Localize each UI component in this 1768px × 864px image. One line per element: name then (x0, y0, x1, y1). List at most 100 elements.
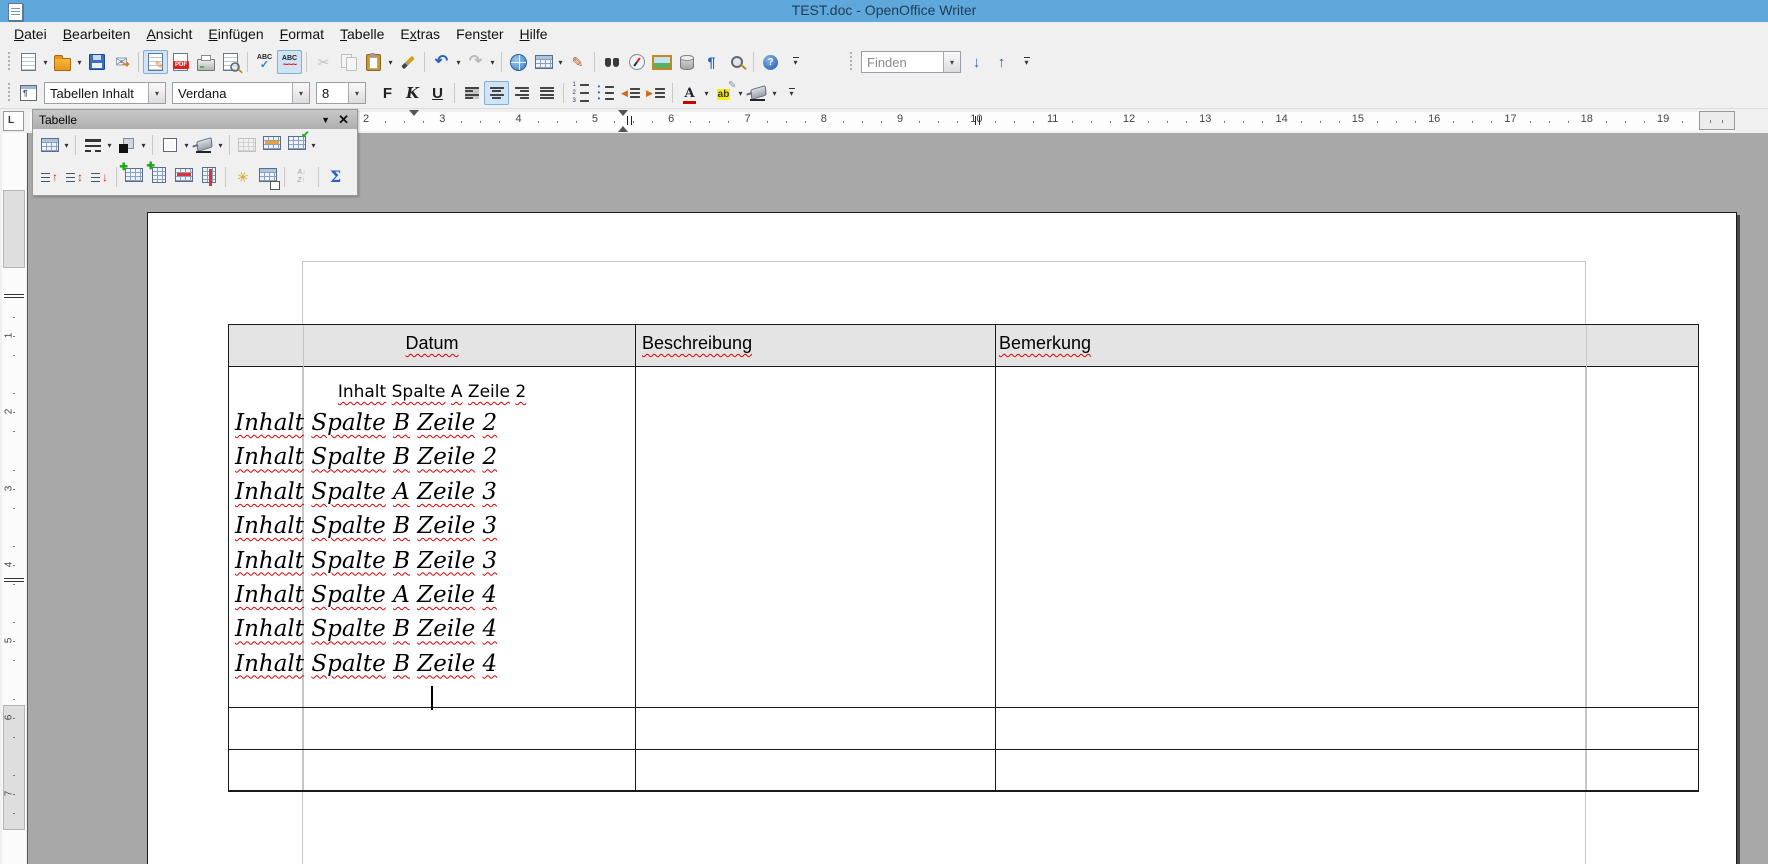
document-page[interactable]: Datum Beschreibung Bemerkung Inhalt Spal… (147, 212, 1737, 864)
save-button[interactable] (84, 50, 109, 74)
page-preview-button[interactable] (218, 50, 243, 74)
paste-dropdown[interactable]: ▾ (386, 50, 395, 74)
redo-dropdown[interactable]: ▾ (488, 50, 497, 74)
find-toolbar-grip[interactable] (848, 52, 855, 72)
border-color-dropdown[interactable]: ▾ (139, 133, 148, 157)
size-dropdown[interactable]: ▾ (348, 83, 365, 103)
edit-mode-button[interactable]: ✎ (143, 50, 168, 74)
styles-and-formatting-button[interactable] (16, 81, 41, 105)
find-next-button[interactable]: ↓ (964, 50, 989, 74)
background-color-button[interactable] (745, 81, 770, 105)
font-name-select[interactable]: Verdana ▾ (172, 82, 310, 104)
open-button[interactable] (50, 50, 75, 74)
optimize-button[interactable]: ✔ (284, 133, 309, 157)
align-right-button[interactable] (509, 81, 534, 105)
numbered-list-button[interactable]: 123 (568, 81, 593, 105)
decrease-indent-button[interactable]: ◀ (618, 81, 643, 105)
center-vertical-button[interactable]: ↕ (62, 165, 87, 189)
toolbar-menu-icon[interactable]: ▼ (315, 115, 336, 125)
sum-button[interactable]: Σ (323, 165, 348, 189)
borders-dropdown[interactable]: ▾ (182, 133, 191, 157)
insert-table-dropdown[interactable]: ▾ (556, 50, 565, 74)
font-color-dropdown[interactable]: ▾ (702, 81, 711, 105)
background-color-button[interactable] (191, 133, 216, 157)
paste-button[interactable] (361, 50, 386, 74)
data-sources-button[interactable] (674, 50, 699, 74)
insert-column-button[interactable]: ✚ (146, 165, 171, 189)
insert-table-dropdown[interactable]: ▾ (62, 133, 71, 157)
bullet-list-button[interactable]: ••• (593, 81, 618, 105)
help-button[interactable]: ? (758, 50, 783, 74)
align-center-button[interactable] (484, 81, 509, 105)
menu-item-fenster[interactable]: Fenster (448, 23, 511, 45)
line-style-dropdown[interactable]: ▾ (105, 133, 114, 157)
close-icon[interactable]: ✕ (336, 112, 351, 128)
menu-item-format[interactable]: Format (272, 23, 332, 45)
menu-item-datei[interactable]: Datei (6, 23, 55, 45)
hyperlink-button[interactable] (506, 50, 531, 74)
gallery-button[interactable] (649, 50, 674, 74)
menu-item-tabelle[interactable]: Tabelle (332, 23, 392, 45)
find-toolbar-overflow-button[interactable]: ▾ (1014, 50, 1039, 74)
zoom-button[interactable] (724, 50, 749, 74)
insert-table-button[interactable] (37, 133, 62, 157)
toolbar-overflow-button[interactable]: ▾ (779, 81, 804, 105)
highlighting-button[interactable]: ab✎ (711, 81, 736, 105)
menu-item-bearbeiten[interactable]: Bearbeiten (55, 23, 139, 45)
undo-dropdown[interactable]: ▾ (454, 50, 463, 74)
paragraph-style-select[interactable]: Tabellen Inhalt ▾ (44, 82, 166, 104)
navigator-button[interactable] (624, 50, 649, 74)
style-dropdown[interactable]: ▾ (148, 83, 165, 103)
new-document-dropdown[interactable]: ▾ (41, 50, 50, 74)
undo-button[interactable]: ↶ (429, 50, 454, 74)
table-toolbar-titlebar[interactable]: Tabelle ▼ ✕ (33, 110, 357, 129)
insert-table-button[interactable] (531, 50, 556, 74)
borders-button[interactable] (157, 133, 182, 157)
email-button[interactable]: ✉➔ (109, 50, 134, 74)
find-replace-button[interactable] (599, 50, 624, 74)
toolbar-grip[interactable] (6, 83, 13, 103)
align-top-button[interactable]: ↑ (37, 165, 62, 189)
increase-indent-button[interactable]: ▶ (643, 81, 668, 105)
line-style-button[interactable] (80, 133, 105, 157)
border-color-button[interactable] (114, 133, 139, 157)
split-cells-button[interactable] (259, 133, 284, 157)
format-paintbrush-button[interactable] (395, 50, 420, 74)
open-dropdown[interactable]: ▾ (75, 50, 84, 74)
delete-row-button[interactable] (171, 165, 196, 189)
autoformat-button[interactable]: ✳ (230, 165, 255, 189)
highlighting-dropdown[interactable]: ▾ (736, 81, 745, 105)
toolbar-grip[interactable] (6, 52, 13, 72)
italic-button[interactable]: K (400, 81, 425, 105)
menu-item-ansicht[interactable]: Ansicht (138, 23, 200, 45)
vertical-ruler[interactable]: 1234567 (2, 133, 26, 864)
column-divider[interactable] (995, 325, 996, 790)
optimize-dropdown[interactable]: ▾ (309, 133, 318, 157)
underline-button[interactable]: U (425, 81, 450, 105)
menu-item-hilfe[interactable]: Hilfe (512, 23, 556, 45)
menu-item-einfügen[interactable]: Einfügen (200, 23, 271, 45)
export-pdf-button[interactable]: PDF (168, 50, 193, 74)
first-line-indent-marker[interactable] (409, 110, 419, 116)
header-cell-datum[interactable]: Datum (229, 333, 635, 354)
font-size-select[interactable]: 8 ▾ (316, 82, 366, 104)
header-cell-bemerkung[interactable]: Bemerkung (999, 333, 1091, 354)
formatting-marks-button[interactable]: ¶ (699, 50, 724, 74)
document-area[interactable]: Datum Beschreibung Bemerkung Inhalt Spal… (28, 133, 1768, 864)
align-left-button[interactable] (459, 81, 484, 105)
header-cell-beschreibung[interactable]: Beschreibung (642, 333, 752, 354)
table-properties-button[interactable] (255, 165, 280, 189)
insert-row-button[interactable]: ✚ (121, 165, 146, 189)
document-table[interactable]: Datum Beschreibung Bemerkung Inhalt Spal… (228, 324, 1699, 792)
background-color-dropdown[interactable]: ▾ (770, 81, 779, 105)
background-color-dropdown[interactable]: ▾ (216, 133, 225, 157)
hanging-indent-marker[interactable] (618, 126, 628, 132)
align-bottom-button[interactable]: ↓ (87, 165, 112, 189)
spellcheck-button[interactable]: ABC✓ (252, 50, 277, 74)
find-input[interactable]: Finden ▾ (861, 51, 961, 73)
auto-spellcheck-button[interactable]: ABC~~~ (277, 50, 302, 74)
bold-button[interactable]: F (375, 81, 400, 105)
delete-column-button[interactable] (196, 165, 221, 189)
menu-item-extras[interactable]: Extras (392, 23, 448, 45)
print-button[interactable] (193, 50, 218, 74)
